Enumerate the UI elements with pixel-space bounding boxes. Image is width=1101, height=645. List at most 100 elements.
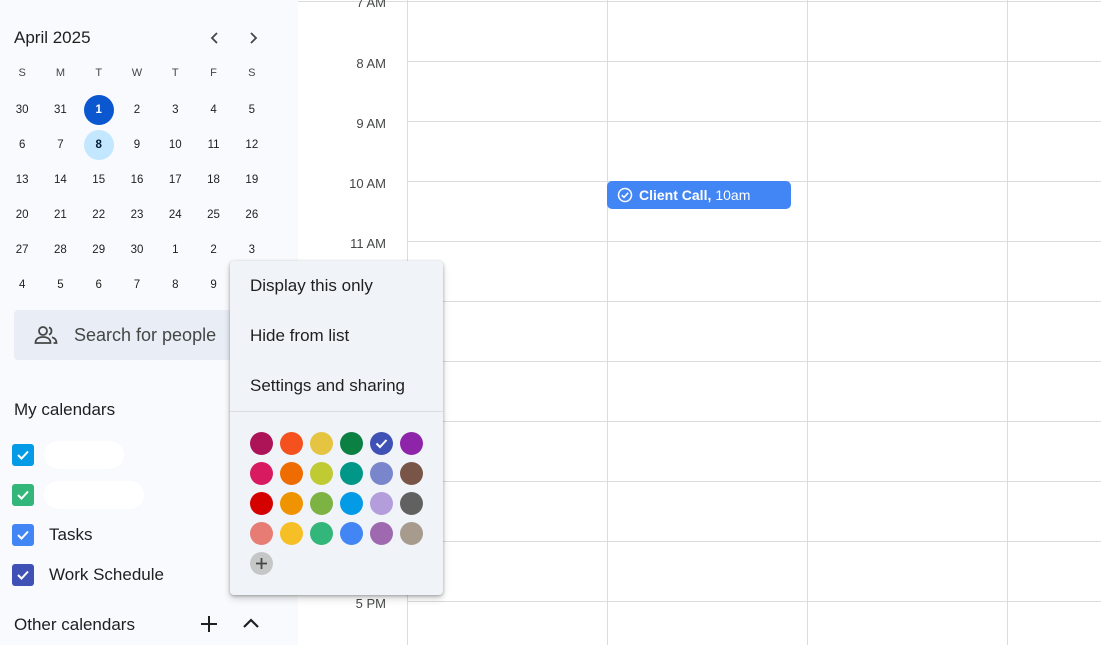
menu-item-display-this-only[interactable]: Display this only (230, 261, 443, 311)
hour-gridline (408, 421, 1101, 422)
day-cell[interactable]: 4 (3, 270, 41, 300)
day-cell[interactable]: 7 (41, 130, 79, 160)
day-cell[interactable]: 17 (156, 165, 194, 195)
color-swatch[interactable] (400, 462, 423, 485)
day-cell[interactable]: 23 (118, 200, 156, 230)
color-swatch[interactable] (310, 492, 333, 515)
color-swatch[interactable] (280, 432, 303, 455)
day-cell[interactable]: 5 (233, 95, 271, 125)
calendar-item-tasks[interactable]: Tasks (12, 522, 92, 548)
color-swatch[interactable] (250, 522, 273, 545)
hour-gridline (408, 241, 1101, 242)
day-cell[interactable]: 18 (194, 165, 232, 195)
day-cell[interactable]: 19 (233, 165, 271, 195)
day-cell[interactable]: 30 (3, 95, 41, 125)
color-swatch[interactable] (340, 522, 363, 545)
day-cell[interactable]: 16 (118, 165, 156, 195)
color-swatch[interactable] (280, 522, 303, 545)
day-cell[interactable]: 21 (41, 200, 79, 230)
color-swatch[interactable] (400, 432, 423, 455)
day-cell[interactable]: 2 (194, 235, 232, 265)
my-calendars-heading[interactable]: My calendars (14, 400, 115, 420)
day-number: 8 (83, 130, 114, 160)
add-other-calendar-button[interactable] (197, 612, 221, 636)
day-cell[interactable]: 24 (156, 200, 194, 230)
day-number: 1 (172, 244, 179, 256)
menu-item-settings-and-sharing[interactable]: Settings and sharing (230, 361, 443, 411)
color-swatch[interactable] (370, 462, 393, 485)
plus-icon (201, 616, 217, 632)
event-client-call[interactable]: Client Call, 10am (607, 181, 791, 209)
color-swatch[interactable] (250, 462, 273, 485)
day-cell[interactable]: 1 (156, 235, 194, 265)
calendar-item[interactable] (12, 441, 124, 469)
add-custom-color-button[interactable] (250, 552, 273, 575)
calendar-item-work-schedule[interactable]: Work Schedule (12, 562, 164, 588)
weekday-label: T (95, 67, 103, 79)
day-cell[interactable]: 14 (41, 165, 79, 195)
color-swatch[interactable] (310, 432, 333, 455)
day-cell[interactable]: 26 (233, 200, 271, 230)
day-cell[interactable]: 4 (194, 95, 232, 125)
color-swatch[interactable] (310, 522, 333, 545)
color-swatch[interactable] (250, 492, 273, 515)
day-cell[interactable]: 25 (194, 200, 232, 230)
color-swatch[interactable] (340, 462, 363, 485)
day-cell[interactable]: 7 (118, 270, 156, 300)
day-cell[interactable]: 20 (3, 200, 41, 230)
calendar-checkbox[interactable] (12, 484, 34, 506)
hour-gridline (408, 601, 1101, 602)
color-swatch[interactable] (370, 432, 393, 455)
other-calendars-heading[interactable]: Other calendars (14, 615, 135, 635)
day-cell[interactable]: 28 (41, 235, 79, 265)
week-row: 20 21 22 23 24 25 26 (3, 200, 271, 230)
color-swatch[interactable] (310, 462, 333, 485)
redacted-calendar-name (44, 441, 124, 469)
calendar-item[interactable] (12, 481, 144, 509)
day-cell[interactable]: 6 (3, 130, 41, 160)
color-swatch[interactable] (370, 522, 393, 545)
day-cell[interactable]: 10 (156, 130, 194, 160)
collapse-other-calendars-button[interactable] (239, 612, 263, 636)
day-cell[interactable]: 3 (156, 95, 194, 125)
day-cell[interactable]: 13 (3, 165, 41, 195)
day-cell[interactable]: 11 (194, 130, 232, 160)
day-cell[interactable]: 22 (80, 200, 118, 230)
chevron-right-icon (250, 32, 258, 44)
calendar-checkbox[interactable] (12, 524, 34, 546)
color-swatch[interactable] (400, 492, 423, 515)
day-cell[interactable]: 2 (118, 95, 156, 125)
color-swatch[interactable] (340, 492, 363, 515)
next-month-button[interactable] (241, 26, 265, 50)
day-cell[interactable]: 12 (233, 130, 271, 160)
color-swatch[interactable] (280, 492, 303, 515)
color-swatch[interactable] (400, 522, 423, 545)
day-number: 14 (54, 174, 67, 186)
day-number: 2 (210, 244, 217, 256)
day-cell[interactable]: 8 (156, 270, 194, 300)
color-swatch[interactable] (250, 432, 273, 455)
day-number: 11 (207, 139, 220, 151)
calendar-checkbox[interactable] (12, 444, 34, 466)
day-cell[interactable]: 29 (80, 235, 118, 265)
calendar-checkbox[interactable] (12, 564, 34, 586)
search-people-input[interactable]: Search for people (14, 310, 254, 360)
color-swatch[interactable] (370, 492, 393, 515)
day-cell[interactable]: 30 (118, 235, 156, 265)
day-cell[interactable]: 15 (80, 165, 118, 195)
day-cell[interactable]: 6 (80, 270, 118, 300)
previous-month-button[interactable] (203, 26, 227, 50)
color-swatch[interactable] (340, 432, 363, 455)
day-cell[interactable]: 1 (80, 95, 118, 125)
menu-item-hide-from-list[interactable]: Hide from list (230, 311, 443, 361)
day-cell[interactable]: 31 (41, 95, 79, 125)
color-swatch[interactable] (280, 462, 303, 485)
day-cell[interactable]: 5 (41, 270, 79, 300)
day-cell[interactable]: 8 (80, 130, 118, 160)
day-cell[interactable]: 9 (194, 270, 232, 300)
day-cell[interactable]: 27 (3, 235, 41, 265)
day-number: 4 (18, 279, 26, 291)
day-cell[interactable]: 9 (118, 130, 156, 160)
event-title: Client Call, (639, 187, 712, 203)
day-number: 4 (210, 104, 217, 116)
